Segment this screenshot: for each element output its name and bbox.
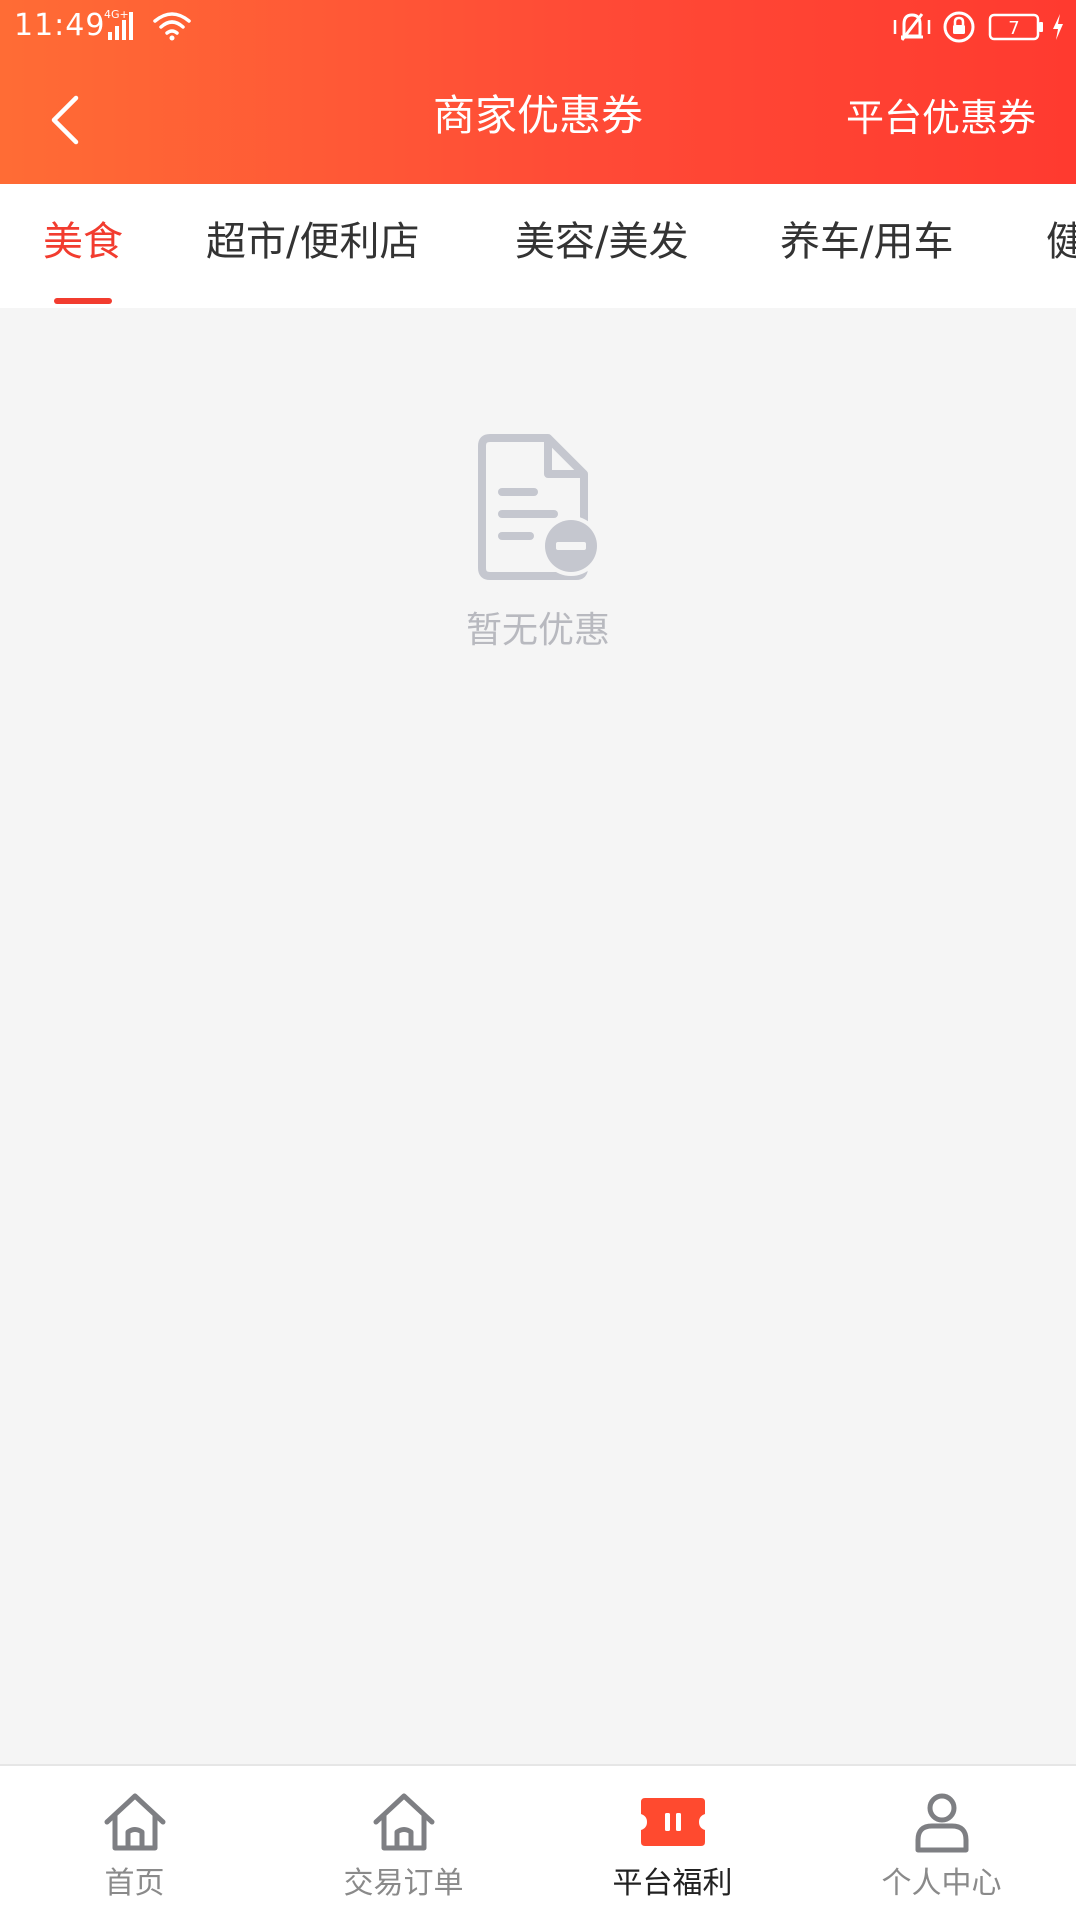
empty-state-text: 暂无优惠 — [465, 610, 610, 651]
vibrate-icon — [890, 10, 934, 44]
status-bar: 11:49 4G+ 7 — [0, 0, 1076, 54]
document-minus-icon — [470, 432, 606, 582]
header: 11:49 4G+ 7 商家优惠券 平台优惠券 — [0, 0, 1076, 184]
user-icon — [906, 1786, 978, 1858]
tab-health[interactable]: 健 — [1046, 214, 1076, 270]
category-tabs: 美食 超市/便利店 美容/美发 养车/用车 健 — [0, 184, 1076, 308]
signal-icon: 4G+ — [104, 6, 144, 42]
bottom-nav-label: 个人中心 — [881, 1866, 1002, 1901]
bottom-nav-orders[interactable]: 交易订单 — [269, 1766, 538, 1918]
svg-text:4G+: 4G+ — [104, 8, 129, 21]
charging-icon — [1050, 12, 1066, 42]
platform-coupon-link[interactable]: 平台优惠券 — [846, 92, 1036, 144]
tab-beauty[interactable]: 美容/美发 — [515, 214, 688, 270]
bottom-nav-profile[interactable]: 个人中心 — [807, 1766, 1076, 1918]
status-time: 11:49 — [14, 8, 106, 43]
home-icon — [368, 1786, 440, 1858]
battery-icon: 7 — [988, 12, 1046, 42]
bottom-nav-label: 平台福利 — [612, 1866, 733, 1901]
bottom-nav-platform-benefits[interactable]: 平台福利 — [538, 1766, 807, 1918]
bottom-nav-label: 交易订单 — [343, 1866, 464, 1901]
bottom-nav-home[interactable]: 首页 — [0, 1766, 269, 1918]
svg-text:7: 7 — [1008, 18, 1019, 39]
wifi-icon — [152, 10, 192, 42]
ticket-icon — [637, 1786, 709, 1858]
home-icon — [99, 1786, 171, 1858]
rotation-lock-icon — [942, 10, 976, 44]
tab-food[interactable]: 美食 — [43, 214, 123, 270]
bottom-nav: 首页 交易订单 平台福利 个人中心 — [0, 1764, 1076, 1918]
tab-car-care[interactable]: 养车/用车 — [780, 214, 953, 270]
tab-active-indicator — [54, 298, 112, 304]
bottom-nav-label: 首页 — [104, 1866, 165, 1901]
tab-supermarket[interactable]: 超市/便利店 — [206, 214, 419, 270]
